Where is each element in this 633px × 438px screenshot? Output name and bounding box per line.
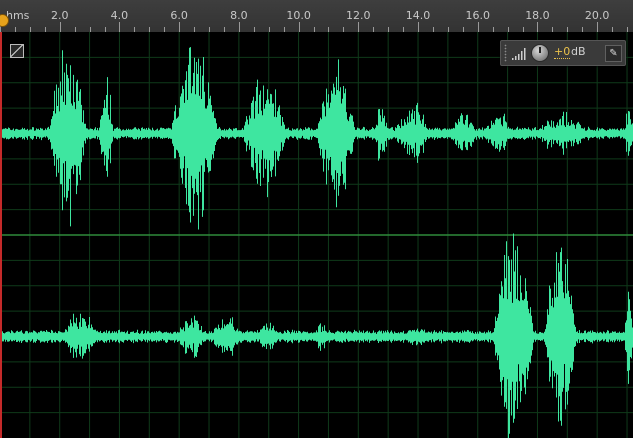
zoom-fit-icon[interactable] bbox=[10, 44, 24, 58]
pin-icon[interactable]: ✎ bbox=[605, 45, 622, 62]
ruler-tick-label: 10.0 bbox=[286, 9, 311, 22]
ruler-major-tick bbox=[298, 22, 300, 32]
level-meter-icon bbox=[512, 48, 526, 60]
playhead-line bbox=[0, 32, 2, 438]
volume-value[interactable]: +0 bbox=[554, 46, 571, 59]
volume-unit: dB bbox=[571, 45, 586, 58]
playhead-handle[interactable] bbox=[0, 14, 9, 27]
ruler-tick-label: 4.0 bbox=[110, 9, 129, 22]
ruler-tick-label: 16.0 bbox=[465, 9, 490, 22]
waveform-channel-left bbox=[0, 47, 633, 230]
ruler-tick-label: 18.0 bbox=[525, 9, 550, 22]
volume-knob-icon[interactable] bbox=[531, 44, 549, 62]
ruler-tick-label: 14.0 bbox=[405, 9, 431, 22]
ruler-major-tick bbox=[59, 22, 61, 32]
ruler-major-tick bbox=[597, 22, 599, 32]
ruler-tick-label: 12.0 bbox=[346, 9, 371, 22]
ruler-tick-label: 8.0 bbox=[230, 9, 248, 22]
ruler-tick-label: 2.0 bbox=[50, 9, 69, 22]
ruler-unit-label: hms bbox=[6, 9, 30, 22]
waveform-channel-right bbox=[0, 233, 633, 438]
ruler-major-tick bbox=[238, 22, 240, 32]
ruler-major-tick bbox=[179, 22, 181, 32]
ruler-major-tick bbox=[477, 22, 479, 32]
time-ruler[interactable]: hms 2.0 4.0 6.0 8.0 10.0 12.0 14.0 16.0 18.0 20.0 bbox=[0, 0, 633, 33]
volume-hud: +0 dB ✎ bbox=[500, 40, 626, 66]
ruler-major-tick bbox=[358, 22, 360, 32]
ruler-tick-label: 6.0 bbox=[170, 9, 188, 22]
ruler-major-tick bbox=[537, 22, 539, 32]
grip-handle[interactable] bbox=[504, 44, 507, 62]
ruler-major-tick bbox=[418, 22, 420, 32]
waveform-display[interactable] bbox=[0, 32, 633, 438]
waveform-canvas bbox=[0, 32, 633, 438]
ruler-tick-label: 20.0 bbox=[584, 9, 610, 22]
ruler-major-tick bbox=[119, 22, 121, 32]
